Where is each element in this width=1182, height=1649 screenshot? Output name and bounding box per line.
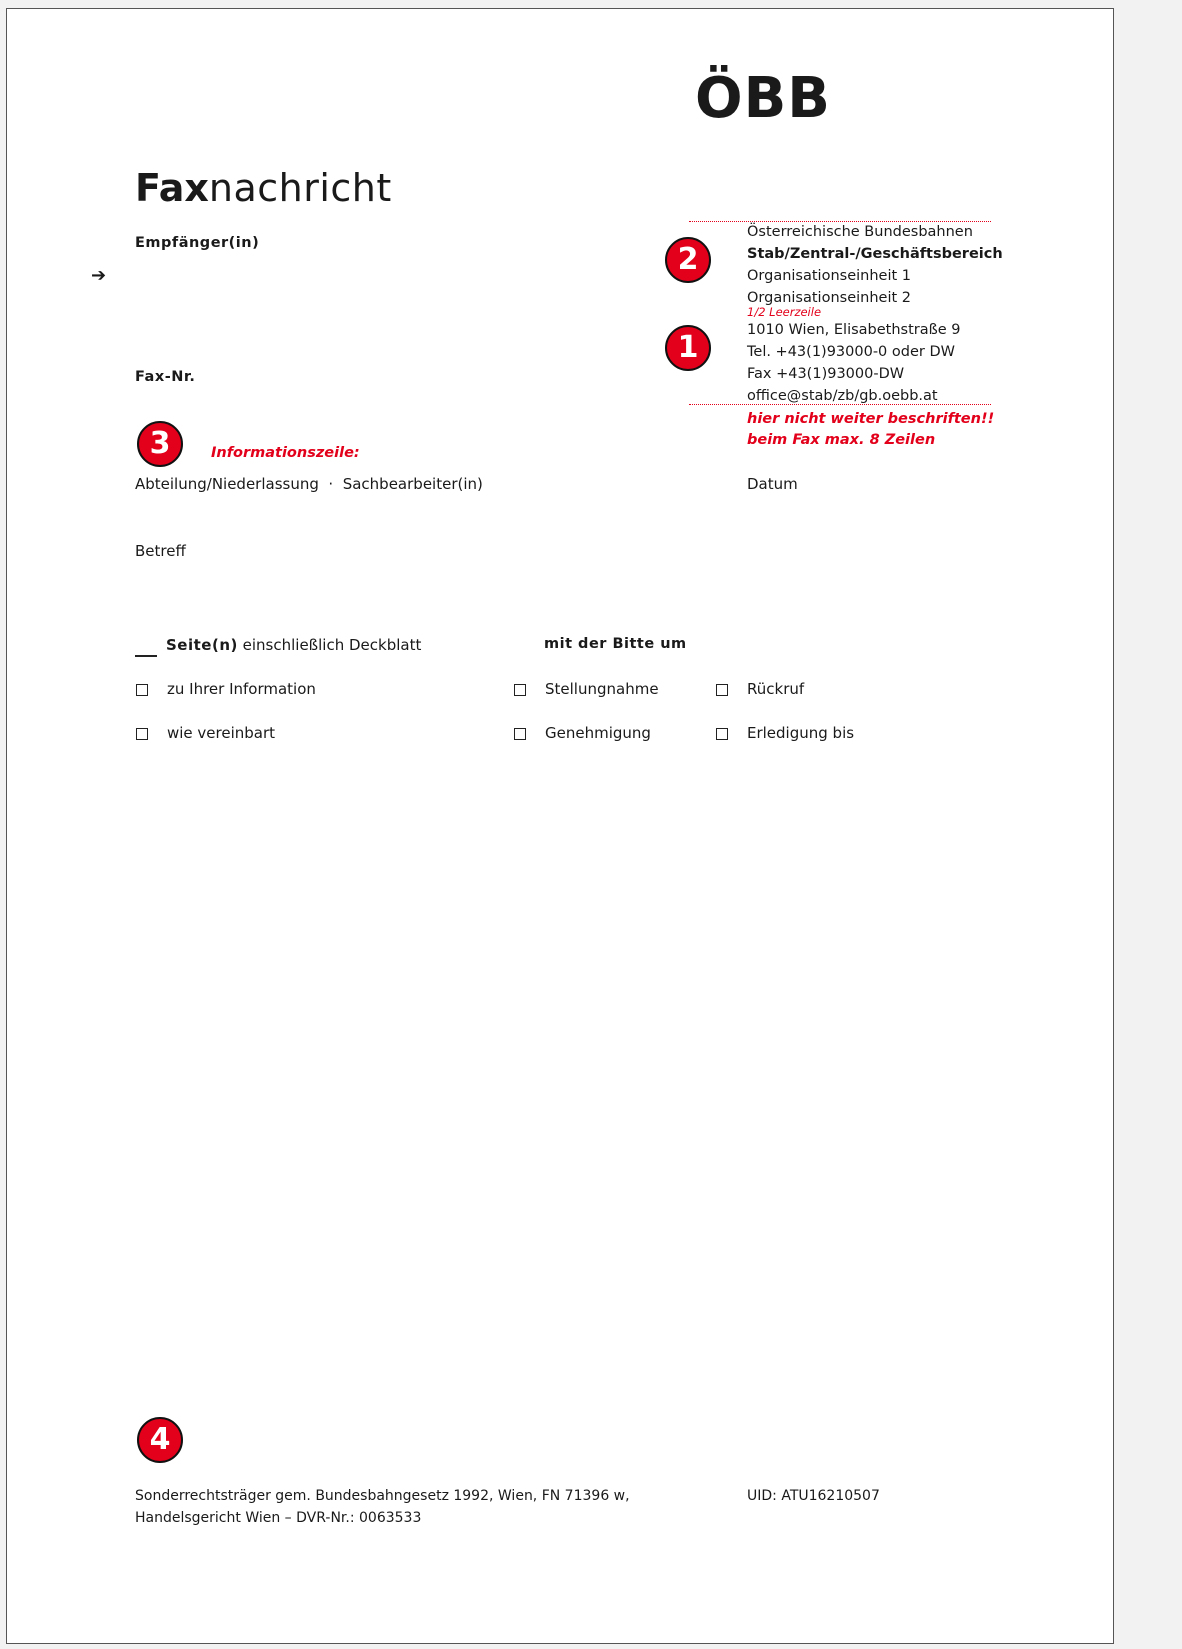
footer-line-1: Sonderrechtsträger gem. Bundesbahngesetz… <box>135 1488 630 1504</box>
address-line-1: 1010 Wien, Elisabethstraße 9 <box>747 322 961 338</box>
checkbox-approval-label: Genehmigung <box>545 724 651 742</box>
sender-line-3: Organisationseinheit 1 <box>747 268 911 284</box>
marker-4: 4 <box>137 1417 183 1463</box>
sender-address: 1010 Wien, Elisabethstraße 9 Tel. +43(1)… <box>747 319 961 407</box>
fax-number-label: Fax-Nr. <box>135 369 196 385</box>
address-line-3: Fax +43(1)93000-DW <box>747 366 905 382</box>
checkbox-approval[interactable] <box>514 728 526 740</box>
info-line: Abteilung/Niederlassung · Sachbearbeiter… <box>135 475 483 493</box>
subject-label: Betreff <box>135 542 186 560</box>
checkbox-callback-label: Rückruf <box>747 680 805 698</box>
recipient-label: Empfänger(in) <box>135 235 260 251</box>
request-heading: mit der Bitte um <box>544 636 687 652</box>
pages-bold: Seite(n) <box>166 636 238 654</box>
title-light: nachricht <box>208 166 392 210</box>
checkbox-statement[interactable] <box>514 684 526 696</box>
bottom-dotted-guide <box>689 404 991 405</box>
checkbox-callback[interactable] <box>716 684 728 696</box>
checkbox-completion[interactable] <box>716 728 728 740</box>
marker-3: 3 <box>137 421 183 467</box>
checkbox-statement-label: Stellungnahme <box>545 680 659 698</box>
sender-block: Österreichische Bundesbahnen Stab/Zentra… <box>747 221 1003 309</box>
fax-cover-page: ÖBB Faxnachricht Empfänger(in) ➔ Fax-Nr.… <box>6 8 1114 1644</box>
warning-line-1: hier nicht weiter beschriften!! <box>747 411 995 427</box>
checkbox-as-agreed[interactable] <box>136 728 148 740</box>
checkbox-information-label: zu Ihrer Information <box>167 680 316 698</box>
marker-1: 1 <box>665 325 711 371</box>
checkbox-information[interactable] <box>136 684 148 696</box>
footer-legal: Sonderrechtsträger gem. Bundesbahngesetz… <box>135 1485 630 1529</box>
checkbox-completion-label: Erledigung bis <box>747 724 855 742</box>
page-count-blank[interactable] <box>135 655 157 657</box>
oebb-logo: ÖBB <box>695 66 831 131</box>
date-label: Datum <box>747 475 798 493</box>
warning-line-2: beim Fax max. 8 Zeilen <box>747 432 936 448</box>
info-heading: Informationszeile: <box>211 445 360 461</box>
footer-line-2: Handelsgericht Wien – DVR-Nr.: 0063533 <box>135 1510 422 1526</box>
half-line-note: 1/2 Leerzeile <box>747 305 822 319</box>
checkbox-as-agreed-label: wie vereinbart <box>167 724 276 742</box>
address-line-2: Tel. +43(1)93000-0 oder DW <box>747 344 955 360</box>
footer-uid: UID: ATU16210507 <box>747 1485 880 1507</box>
pages-rest: einschließlich Deckblatt <box>242 636 422 654</box>
footer-uid-text: UID: ATU16210507 <box>747 1488 880 1504</box>
sender-line-1: Österreichische Bundesbahnen <box>747 224 973 240</box>
title-bold: Fax <box>135 166 209 210</box>
arrow-right-icon: ➔ <box>91 265 107 286</box>
page-count-label: Seite(n) einschließlich Deckblatt <box>166 636 421 654</box>
document-title: Faxnachricht <box>135 169 392 207</box>
marker-2: 2 <box>665 237 711 283</box>
sender-line-2: Stab/Zentral-/Geschäftsbereich <box>747 246 1003 262</box>
